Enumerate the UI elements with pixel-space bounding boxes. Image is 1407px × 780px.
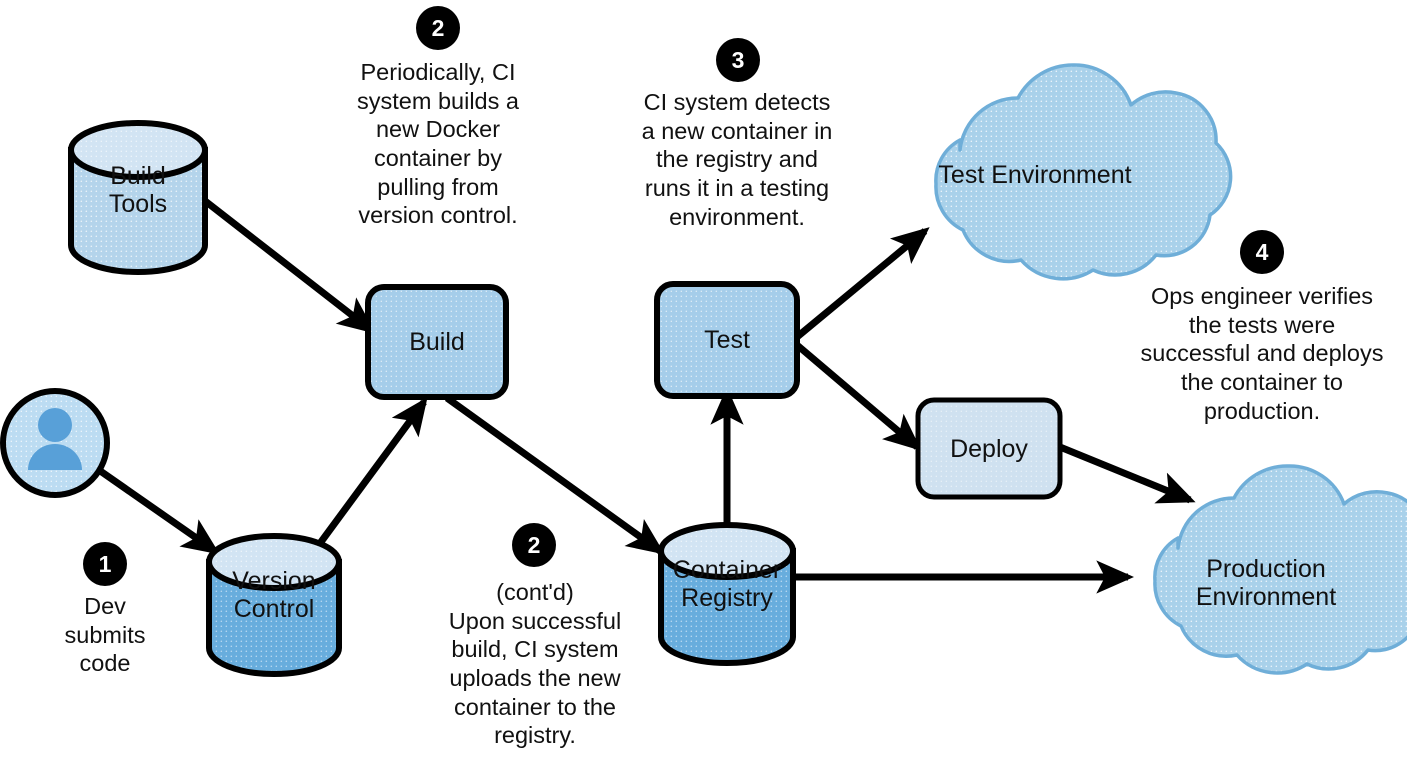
node-production-environment[interactable] [1153,464,1407,675]
callout-step-2-contd-line-2: Upon successful [448,607,622,634]
callout-step-2-contd-line-5: container to the [454,693,616,720]
edge-deploy-to-productionenvironment [1058,443,1196,504]
node-version-control[interactable] [206,533,342,677]
callout-step-1-line-2: submits [64,621,146,648]
callout-step-3: CI system detects a new container in the… [633,88,841,231]
callout-step-3-line-3: the registry and [656,146,818,173]
node-build-tools[interactable] [68,120,208,275]
callout-step-4: Ops engineer verifies the tests were suc… [1128,282,1396,425]
badge-step-2: 2 [416,6,460,50]
callout-step-2-contd-line-6: registry. [494,722,576,749]
callout-step-4-line-5: production. [1203,397,1321,424]
node-build[interactable] [365,284,509,400]
node-developer-avatar[interactable] [0,388,110,498]
callout-step-2-contd-line-3: build, CI system [451,636,619,663]
callout-step-2-line-3: new Docker [375,116,501,143]
node-container-registry[interactable] [658,522,796,666]
badge-step-2-contd-number: 2 [527,531,541,558]
callout-step-3-line-1: CI system detects [643,89,831,115]
edge-versioncontrol-to-build [315,397,428,549]
callout-step-2-contd: (cont'd) Upon successful build, CI syste… [440,578,630,750]
callout-step-1-line-3: code [79,650,131,677]
badge-step-1-number: 1 [98,550,112,577]
callout-step-4-line-3: successful and deploys [1140,340,1384,367]
cicd-pipeline-diagram: Build Tools Version Control Container Re… [0,0,1407,780]
callout-step-2-line-4: container by [373,144,503,171]
edge-build-to-containerregistry [444,395,665,555]
callout-step-3-line-4: runs it in a testing [644,174,830,201]
badge-step-3: 3 [716,38,760,82]
badge-step-2-contd: 2 [512,523,556,567]
edge-test-to-testenvironment [794,227,930,340]
callout-step-3-line-2: a new container in [641,117,833,144]
callout-step-2-line-2: system builds a [357,87,519,114]
callout-step-2-contd-line-4: uploads the new [449,664,621,691]
badge-step-3-number: 3 [731,46,745,73]
badge-step-1: 1 [83,542,127,586]
edge-test-to-deploy [794,342,922,451]
badge-step-4: 4 [1240,230,1284,274]
callout-step-4-line-1: Ops engineer verifies [1150,283,1374,309]
callout-step-2-line-5: pulling from [377,173,499,200]
node-test[interactable] [654,281,800,399]
edge-buildtools-to-build [197,194,376,334]
badge-step-4-number: 4 [1255,238,1269,265]
edge-developer-to-versioncontrol [93,465,220,555]
callout-step-4-line-2: the tests were [1188,311,1336,338]
callout-step-2-line-1: Periodically, CI [360,59,516,85]
callout-step-1-line-1: Dev [84,593,126,619]
callout-step-3-line-5: environment. [669,203,805,230]
callout-step-2-contd-line-1: (cont'd) [496,579,574,605]
callout-step-1: Dev submits code [25,592,185,678]
callout-step-4-line-4: the container to [1181,368,1343,395]
node-test-environment[interactable] [934,63,1233,281]
badge-step-2-number: 2 [431,14,445,41]
node-deploy[interactable] [915,397,1063,500]
callout-step-2: Periodically, CI system builds a new Doc… [348,58,528,230]
callout-step-2-line-6: version control. [358,202,518,229]
